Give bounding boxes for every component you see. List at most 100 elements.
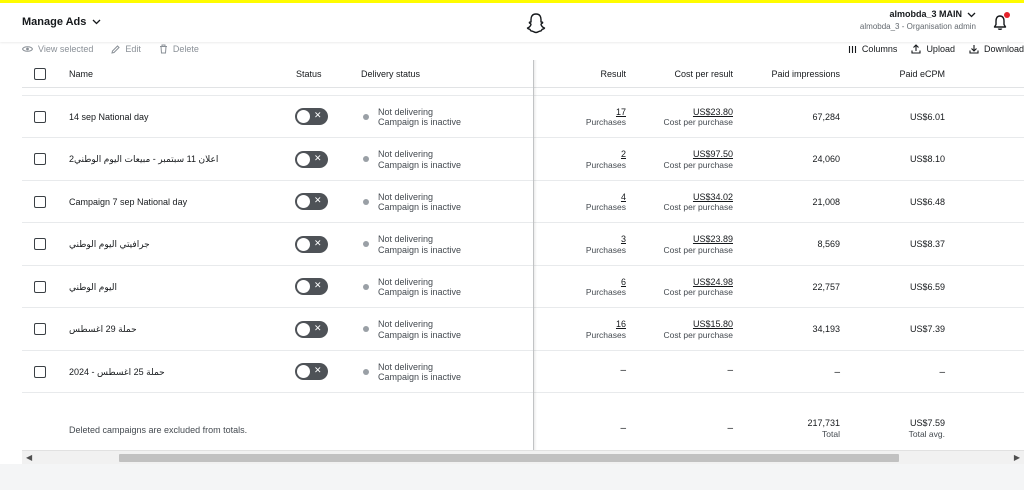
cost-per-result-type: Cost per purchase <box>663 202 733 212</box>
notification-badge <box>1004 12 1010 18</box>
top-bar: Manage Ads almobda_3 MAIN almobda_3 - Or… <box>0 0 1024 42</box>
upload-button[interactable]: Upload <box>911 44 955 54</box>
scrollbar-thumb[interactable] <box>119 454 899 462</box>
trash-icon <box>159 44 167 54</box>
table-row[interactable]: 14 sep National day ✕ Not delivering Cam… <box>22 96 1024 138</box>
select-all-checkbox[interactable] <box>34 68 46 80</box>
delivery-status: Not delivering Campaign is inactive <box>378 234 461 255</box>
result-value-link[interactable]: 2 <box>586 149 626 160</box>
row-checkbox[interactable] <box>34 110 46 123</box>
cost-per-result-cell: US$24.98 Cost per purchase <box>664 277 733 298</box>
scroll-right-arrow-icon[interactable]: ▶ <box>1014 453 1020 462</box>
status-toggle[interactable]: ✕ <box>295 108 328 125</box>
view-selected-button[interactable]: View selected <box>22 44 93 54</box>
table-row[interactable]: اليوم الوطني ✕ Not delivering Campaign i… <box>22 266 1024 308</box>
delivery-status-secondary: Campaign is inactive <box>378 117 462 127</box>
row-checkbox[interactable] <box>34 195 46 208</box>
view-selected-label: View selected <box>38 44 94 54</box>
cost-per-result-link[interactable]: US$97.50 <box>664 149 733 160</box>
toggle-knob <box>297 152 310 166</box>
status-toggle[interactable]: ✕ <box>295 278 328 295</box>
close-icon: ✕ <box>314 152 322 163</box>
cost-per-result-link[interactable]: US$23.80 <box>664 107 733 118</box>
delivery-status: Not delivering Campaign is inactive <box>378 362 461 383</box>
table-toolbar: View selected Edit Delete Columns Upload… <box>22 39 1024 59</box>
columns-button[interactable]: Columns <box>848 44 897 54</box>
table-row[interactable]: اعلان 11 سبتمبر - مبيعات اليوم الوطني2 ✕… <box>22 138 1024 181</box>
table-row[interactable]: حملة 25 اغسطس - 2024 ✕ Not delivering Ca… <box>22 351 1024 393</box>
campaign-name[interactable]: جرافيتي اليوم الوطني <box>69 239 150 250</box>
campaign-name[interactable]: حملة 25 اغسطس - 2024 <box>69 367 165 378</box>
paid-impressions-value: – <box>834 366 840 378</box>
status-toggle[interactable]: ✕ <box>295 363 328 380</box>
manage-ads-menu[interactable]: Manage Ads <box>22 16 101 28</box>
result-value-link[interactable]: 3 <box>586 234 626 245</box>
status-toggle[interactable]: ✕ <box>295 193 328 210</box>
close-icon: ✕ <box>314 322 322 333</box>
delivery-status-dot <box>363 368 369 375</box>
delivery-status-secondary: Campaign is inactive <box>378 159 462 170</box>
column-header-name[interactable]: Name <box>69 69 93 79</box>
cost-per-result-link[interactable]: US$24.98 <box>664 277 733 288</box>
column-header-cost-per-result[interactable]: Cost per result <box>674 69 733 79</box>
cost-per-result-link[interactable]: US$23.89 <box>664 234 733 245</box>
delivery-status: Not delivering Campaign is inactive <box>378 149 461 170</box>
status-toggle[interactable]: ✕ <box>295 235 328 253</box>
result-value-link[interactable]: 4 <box>586 192 626 203</box>
paid-impressions-value: 24,060 <box>812 154 840 164</box>
account-name: almobda_3 MAIN <box>889 9 962 19</box>
toggle-knob <box>297 280 310 293</box>
column-header-status[interactable]: Status <box>296 69 322 79</box>
result-cell: 16 Purchases <box>586 319 626 340</box>
account-switcher[interactable]: almobda_3 MAIN almobda_3 - Organisation … <box>860 9 976 31</box>
row-checkbox[interactable] <box>34 238 46 250</box>
campaign-name[interactable]: اعلان 11 سبتمبر - مبيعات اليوم الوطني2 <box>69 154 218 165</box>
snapchat-ghost-icon[interactable] <box>526 12 546 34</box>
row-checkbox[interactable] <box>34 323 46 335</box>
result-cell: 4 Purchases <box>586 192 626 213</box>
scroll-left-arrow-icon[interactable]: ◀ <box>26 453 32 462</box>
total-result: – <box>620 423 626 434</box>
campaign-name[interactable]: اليوم الوطني <box>69 282 117 293</box>
row-checkbox[interactable] <box>34 280 46 293</box>
close-icon: ✕ <box>314 365 322 375</box>
table-row[interactable]: Campaign 7 sep National day ✕ Not delive… <box>22 181 1024 223</box>
result-cell: 3 Purchases <box>586 234 626 255</box>
paid-impressions-value: 22,757 <box>812 281 840 292</box>
status-toggle[interactable]: ✕ <box>295 150 328 168</box>
delivery-status-secondary: Campaign is inactive <box>378 287 462 297</box>
campaign-name[interactable]: حملة 29 اغسطس <box>69 324 137 335</box>
delivery-status-dot <box>363 198 369 205</box>
result-value-link[interactable]: 6 <box>586 277 626 288</box>
column-header-paid-ecpm[interactable]: Paid eCPM <box>899 69 945 79</box>
horizontal-scrollbar[interactable]: ◀ ▶ <box>22 450 1024 464</box>
cost-per-result-link[interactable]: US$34.02 <box>664 192 733 203</box>
column-header-paid-impressions[interactable]: Paid impressions <box>771 69 840 79</box>
row-checkbox[interactable] <box>34 365 46 378</box>
row-checkbox[interactable] <box>34 153 46 165</box>
delivery-status-primary: Not delivering <box>378 149 434 159</box>
campaign-name[interactable]: Campaign 7 sep National day <box>69 197 187 207</box>
frozen-column-shadow <box>533 60 537 450</box>
edit-button[interactable]: Edit <box>111 44 141 54</box>
cost-per-result-type: Cost per purchase <box>663 329 733 340</box>
cost-per-result-link[interactable]: US$15.80 <box>664 319 733 330</box>
download-button[interactable]: Download <box>969 44 1024 54</box>
cost-per-result-type: Cost per purchase <box>663 287 733 297</box>
result-value-link[interactable]: 17 <box>586 107 626 118</box>
upload-label: Upload <box>926 44 955 54</box>
toggle-knob <box>297 322 310 336</box>
delivery-status-primary: Not delivering <box>378 106 434 117</box>
column-header-delivery[interactable]: Delivery status <box>361 69 420 79</box>
chevron-down-icon <box>92 19 101 25</box>
result-value-link[interactable]: 16 <box>586 319 626 330</box>
status-toggle[interactable]: ✕ <box>295 320 328 338</box>
paid-ecpm-value: US$6.01 <box>909 111 945 122</box>
cost-per-result-type: Cost per purchase <box>663 117 733 127</box>
delete-button[interactable]: Delete <box>159 44 199 54</box>
column-header-result[interactable]: Result <box>600 69 626 79</box>
campaign-name[interactable]: 14 sep National day <box>69 112 149 122</box>
paid-impressions-value: 8,569 <box>817 239 840 249</box>
table-row[interactable]: جرافيتي اليوم الوطني ✕ Not delivering Ca… <box>22 223 1024 266</box>
table-row[interactable]: حملة 29 اغسطس ✕ Not delivering Campaign … <box>22 308 1024 351</box>
